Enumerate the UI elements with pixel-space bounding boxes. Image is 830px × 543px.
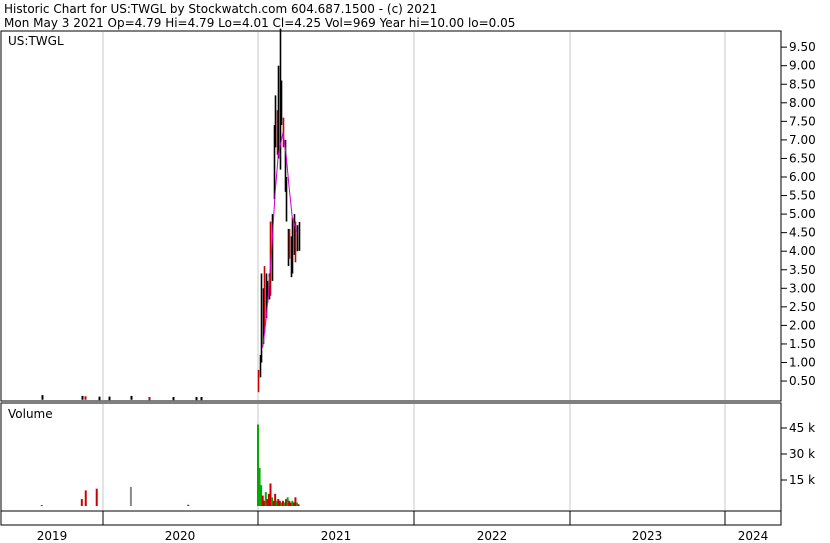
price-y-tick-label: 6.50 — [789, 151, 816, 165]
symbol-label: US:TWGL — [8, 34, 64, 48]
volume-y-tick-label: 45 k — [789, 421, 815, 435]
price-y-tick-labels: 0.50 1.00 1.50 2.00 2.50 3.00 3.50 4.00 4.50 5.00… — [781, 40, 816, 388]
volume-bar — [95, 488, 98, 506]
price-y-tick-label: 7.00 — [789, 133, 816, 147]
volume-bar — [129, 486, 132, 506]
volume-title: Volume — [8, 407, 53, 421]
price-y-tick-label: 9.50 — [789, 40, 816, 54]
price-y-tick-label: 3.50 — [789, 263, 816, 277]
x-axis: 2019 2020 2021 2022 2023 2024 — [0, 510, 782, 543]
price-y-tick-label: 1.00 — [789, 356, 816, 370]
price-y-tick-label: 8.00 — [789, 96, 816, 110]
volume-bar — [84, 490, 87, 506]
volume-bar — [80, 499, 83, 506]
x-axis-band — [0, 510, 782, 526]
price-y-tick-label: 1.50 — [789, 337, 816, 351]
x-axis-year-label: 2022 — [477, 529, 508, 543]
stock-chart: Historic Chart for US:TWGL by Stockwatch… — [0, 2, 816, 543]
volume-y-tick-label: 15 k — [789, 473, 815, 487]
price-y-tick-label: 5.50 — [789, 189, 816, 203]
x-axis-year-label: 2024 — [738, 529, 769, 543]
volume-bar — [297, 504, 300, 506]
x-axis-year-label: 2020 — [165, 529, 196, 543]
volume-y-tick-label: 30 k — [789, 447, 815, 461]
price-y-tick-label: 0.50 — [789, 374, 816, 388]
price-y-tick-label: 2.50 — [789, 300, 816, 314]
price-y-tick-label: 4.50 — [789, 226, 816, 240]
volume-panel-frame — [0, 402, 782, 512]
volume-bar — [40, 505, 43, 507]
volume-panel: 15 k 30 k 45 k Volume — [0, 402, 815, 512]
price-panel-frame — [0, 30, 782, 402]
price-y-tick-label: 6.00 — [789, 170, 816, 184]
x-axis-year-label: 2023 — [632, 529, 663, 543]
price-y-tick-label: 3.00 — [789, 281, 816, 295]
x-axis-year-label: 2019 — [37, 529, 68, 543]
volume-y-tick-labels: 15 k 30 k 45 k — [781, 421, 815, 487]
chart-header-line1: Historic Chart for US:TWGL by Stockwatch… — [4, 2, 437, 16]
price-y-tick-label: 7.50 — [789, 114, 816, 128]
price-y-tick-label: 8.50 — [789, 77, 816, 91]
price-panel: 0.50 1.00 1.50 2.00 2.50 3.00 3.50 4.00 4.50 5.00… — [0, 28, 816, 402]
price-y-tick-label: 2.00 — [789, 318, 816, 332]
price-y-tick-label: 9.00 — [789, 59, 816, 73]
price-y-tick-label: 5.00 — [789, 207, 816, 221]
volume-bar — [187, 504, 190, 506]
chart-header-line2: Mon May 3 2021 Op=4.79 Hi=4.79 Lo=4.01 C… — [4, 16, 515, 30]
price-y-tick-label: 4.00 — [789, 244, 816, 258]
x-axis-year-label: 2021 — [321, 529, 352, 543]
